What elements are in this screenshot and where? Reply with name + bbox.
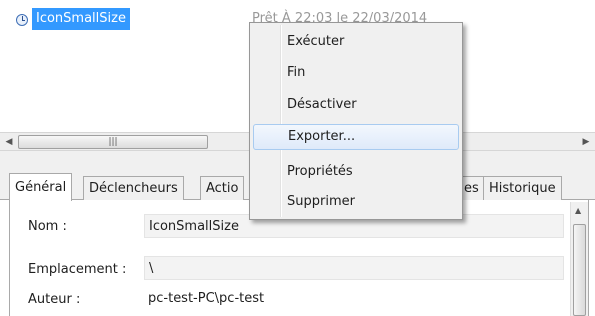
author-field[interactable]: pc-test-PC\pc-test bbox=[144, 287, 264, 311]
menu-item-properties[interactable]: Propriétés bbox=[253, 159, 459, 185]
name-label: Nom : bbox=[28, 219, 67, 234]
scrollbar-thumb[interactable]: ||| bbox=[18, 135, 208, 149]
location-label: Emplacement : bbox=[28, 262, 127, 277]
menu-item-run[interactable]: Exécuter bbox=[253, 29, 459, 55]
menu-item-export[interactable]: Exporter... bbox=[253, 124, 459, 150]
menu-item-disable[interactable]: Désactiver bbox=[253, 92, 459, 118]
task-name[interactable]: IconSmallSize bbox=[32, 8, 130, 30]
chevron-right-icon[interactable]: ▶ bbox=[579, 136, 593, 148]
clock-icon bbox=[16, 14, 28, 26]
tab-actions[interactable]: Actio bbox=[200, 176, 245, 200]
chevron-up-icon[interactable]: ▲ bbox=[575, 206, 581, 215]
vertical-scrollbar[interactable]: ▲ bbox=[570, 202, 588, 316]
tab-history[interactable]: Historique bbox=[483, 176, 562, 200]
scrollbar-thumb[interactable] bbox=[573, 224, 586, 316]
author-label: Auteur : bbox=[28, 292, 81, 307]
menu-item-end[interactable]: Fin bbox=[253, 60, 459, 86]
tab-general[interactable]: Général bbox=[9, 173, 73, 201]
chevron-left-icon[interactable]: ◀ bbox=[2, 136, 16, 148]
context-menu: Exécuter Fin Désactiver Exporter... Prop… bbox=[249, 22, 463, 220]
menu-item-delete[interactable]: Supprimer bbox=[253, 189, 459, 215]
tab-triggers[interactable]: Déclencheurs bbox=[83, 176, 184, 200]
location-field[interactable]: \ bbox=[144, 256, 564, 280]
